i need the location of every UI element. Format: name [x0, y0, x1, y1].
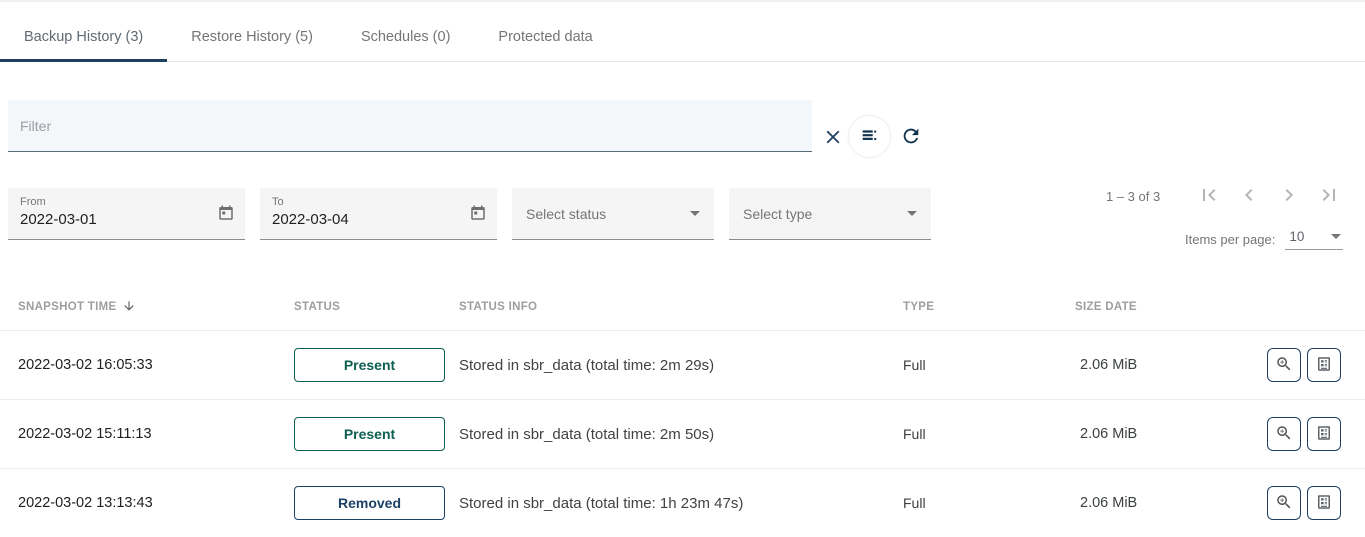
status-select-placeholder: Select status — [526, 206, 606, 222]
chevron-down-icon — [907, 211, 917, 216]
last-page-icon — [1317, 183, 1341, 210]
row-actions — [1265, 417, 1365, 451]
status-badge: Present — [294, 417, 445, 451]
status-info: Stored in sbr_data (total time: 1h 23m 4… — [459, 495, 903, 512]
column-size-date: SIZE DATE — [1075, 301, 1265, 313]
next-page-button[interactable] — [1277, 184, 1301, 208]
pagination-nav — [1197, 184, 1341, 208]
tab-bar: Backup History (3) Restore History (5) S… — [0, 0, 1365, 62]
chevron-down-icon — [690, 211, 700, 216]
inspect-backup-button[interactable] — [1267, 417, 1301, 451]
type-select[interactable]: Select type — [729, 188, 931, 240]
table-row: 2022-03-02 15:11:13 Present Stored in sb… — [0, 399, 1365, 468]
tab-restore-history[interactable]: Restore History (5) — [167, 13, 337, 61]
column-snapshot-time[interactable]: SNAPSHOT TIME — [18, 299, 294, 316]
sort-desc-icon — [122, 299, 136, 316]
calendar-icon[interactable] — [469, 204, 487, 227]
items-per-page: Items per page: 10 — [1185, 229, 1343, 250]
row-actions — [1265, 348, 1365, 382]
status-badge: Present — [294, 348, 445, 382]
table-row: 2022-03-02 16:05:33 Present Stored in sb… — [0, 330, 1365, 399]
status-badge: Removed — [294, 486, 445, 520]
backup-size: 2.06 MiB — [1075, 426, 1265, 442]
tab-label: Restore History (5) — [191, 29, 313, 45]
last-page-button[interactable] — [1317, 184, 1341, 208]
backup-history-page: Backup History (3) Restore History (5) S… — [0, 0, 1365, 537]
status-info: Stored in sbr_data (total time: 2m 29s) — [459, 357, 903, 374]
from-date-value: 2022-03-01 — [20, 211, 97, 228]
report-icon — [1315, 424, 1333, 445]
snapshot-time: 2022-03-02 13:13:43 — [18, 495, 294, 511]
inspect-backup-button[interactable] — [1267, 348, 1301, 382]
chevron-left-icon — [1237, 183, 1261, 210]
chevron-down-icon — [1331, 234, 1341, 239]
zoom-in-icon — [1275, 424, 1293, 445]
backup-report-button[interactable] — [1307, 348, 1341, 382]
column-status: STATUS — [294, 301, 459, 313]
close-icon — [822, 126, 844, 151]
refresh-icon — [900, 125, 922, 150]
filter-list-icon — [859, 124, 881, 149]
calendar-icon[interactable] — [217, 204, 235, 227]
backup-type: Full — [903, 495, 1075, 511]
filter-field — [8, 100, 812, 152]
row-actions — [1265, 486, 1365, 520]
tab-label: Backup History (3) — [24, 29, 143, 45]
pagination-range: 1 – 3 of 3 — [1106, 189, 1160, 204]
table-header-row: SNAPSHOT TIME STATUS STATUS INFO TYPE SI… — [0, 284, 1365, 330]
status-info: Stored in sbr_data (total time: 2m 50s) — [459, 426, 903, 443]
report-icon — [1315, 493, 1333, 514]
snapshot-time: 2022-03-02 15:11:13 — [18, 426, 294, 442]
tab-protected-data[interactable]: Protected data — [474, 13, 616, 61]
backup-type: Full — [903, 426, 1075, 442]
tab-schedules[interactable]: Schedules (0) — [337, 13, 474, 61]
backup-type: Full — [903, 357, 1075, 373]
prev-page-button[interactable] — [1237, 184, 1261, 208]
refresh-button[interactable] — [898, 124, 924, 150]
tab-label: Protected data — [498, 29, 592, 45]
zoom-in-icon — [1275, 493, 1293, 514]
to-date-value: 2022-03-04 — [272, 211, 349, 228]
report-icon — [1315, 355, 1333, 376]
first-page-button[interactable] — [1197, 184, 1221, 208]
inspect-backup-button[interactable] — [1267, 486, 1301, 520]
zoom-in-icon — [1275, 355, 1293, 376]
column-status-info: STATUS INFO — [459, 301, 903, 313]
items-per-page-label: Items per page: — [1185, 232, 1275, 247]
type-select-placeholder: Select type — [743, 206, 812, 222]
table-row: 2022-03-02 13:13:43 Removed Stored in sb… — [0, 468, 1365, 537]
to-date-field[interactable]: To 2022-03-04 — [260, 188, 497, 240]
backup-table: SNAPSHOT TIME STATUS STATUS INFO TYPE SI… — [0, 284, 1365, 537]
snapshot-time: 2022-03-02 16:05:33 — [18, 357, 294, 373]
from-date-field[interactable]: From 2022-03-01 — [8, 188, 245, 240]
chevron-right-icon — [1277, 183, 1301, 210]
items-per-page-value: 10 — [1289, 229, 1304, 244]
backup-report-button[interactable] — [1307, 417, 1341, 451]
status-select[interactable]: Select status — [512, 188, 714, 240]
backup-report-button[interactable] — [1307, 486, 1341, 520]
from-date-label: From — [20, 196, 233, 208]
first-page-icon — [1197, 183, 1221, 210]
filter-input[interactable] — [8, 100, 812, 151]
tab-label: Schedules (0) — [361, 29, 450, 45]
backup-size: 2.06 MiB — [1075, 495, 1265, 511]
clear-filter-button[interactable] — [820, 125, 846, 151]
tab-backup-history[interactable]: Backup History (3) — [0, 13, 167, 61]
backup-size: 2.06 MiB — [1075, 357, 1265, 373]
items-per-page-select[interactable]: 10 — [1285, 229, 1343, 250]
to-date-label: To — [272, 196, 485, 208]
filter-options-button[interactable] — [848, 115, 891, 158]
column-type: TYPE — [903, 301, 1075, 313]
